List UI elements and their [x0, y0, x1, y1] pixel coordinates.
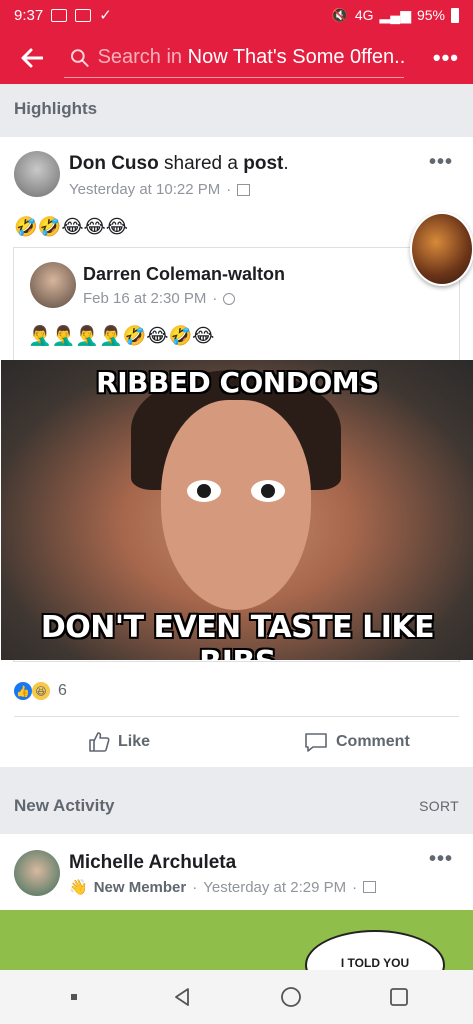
system-nav-bar — [0, 970, 473, 1024]
meme-face — [161, 400, 311, 610]
search-icon — [70, 48, 89, 67]
meme-eye-left — [187, 480, 221, 502]
wave-icon: 👋 — [69, 879, 88, 896]
meme-image[interactable]: RIBBED CONDOMS DON'T EVEN TASTE LIKE RIB… — [1, 360, 473, 660]
meme-bottom-text: DON'T EVEN TASTE LIKE RIBS — [40, 610, 435, 660]
group-search-input[interactable]: Search in Now That's Some 0ffen... — [64, 38, 404, 78]
activity-icon — [75, 8, 92, 22]
recents-button[interactable] — [379, 977, 419, 1017]
post-meta: Yesterday at 10:22 PM · — [69, 181, 251, 198]
search-text: Search in Now That's Some 0ffen... — [98, 46, 404, 69]
comment-button[interactable]: Comment — [304, 731, 410, 753]
dot-icon — [71, 994, 78, 1000]
shared-author-name[interactable]: Darren Coleman-walton — [83, 264, 285, 285]
action-text: shared a — [164, 153, 238, 174]
shared-post[interactable]: Darren Coleman-walton Feb 16 at 2:30 PM … — [1, 247, 473, 662]
comment-label: Comment — [336, 733, 410, 750]
avatar[interactable] — [30, 262, 76, 308]
thumbs-up-icon — [89, 732, 110, 752]
separator-dot: · — [212, 290, 218, 307]
reaction-count: 6 — [58, 682, 67, 699]
comic-image[interactable]: I TOLD YOU — [0, 910, 473, 970]
new-member-badge: New Member — [93, 878, 187, 896]
author-name[interactable]: Don Cuso — [69, 153, 159, 174]
gallery-icon — [51, 8, 68, 22]
chat-head-bubble[interactable] — [410, 212, 473, 286]
highlights-title: Highlights — [14, 99, 98, 118]
activity-meta: 👋 New Member · Yesterday at 2:29 PM · — [69, 878, 377, 896]
period: . — [283, 153, 289, 174]
highlight-post-card: Don Cuso shared a post. Yesterday at 10:… — [0, 137, 473, 767]
meme-top-text: RIBBED CONDOMS — [96, 366, 379, 399]
post-link[interactable]: post — [243, 153, 283, 174]
post-time[interactable]: Yesterday at 10:22 PM — [69, 181, 220, 198]
square-recents-icon — [389, 988, 408, 1006]
circle-home-icon — [280, 987, 301, 1007]
network-label: 4G — [354, 7, 374, 23]
activity-author[interactable]: Michelle Archuleta — [69, 852, 236, 873]
mute-icon: 🔇 — [331, 6, 349, 23]
battery-label: 95% — [416, 7, 445, 23]
post-emojis: 🤣🤣😂😂😂 — [14, 217, 128, 238]
haha-reaction-icon: 😆 — [32, 682, 50, 700]
home-button[interactable] — [271, 977, 311, 1017]
new-activity-title: New Activity — [14, 796, 115, 815]
activity-post-card: Michelle Archuleta 👋 New Member · Yester… — [0, 834, 473, 910]
public-globe-icon — [223, 292, 236, 305]
battery-icon — [451, 7, 459, 23]
more-options-button[interactable]: ••• — [433, 45, 463, 71]
search-prefix: Search in — [97, 46, 183, 68]
activity-time[interactable]: Yesterday at 2:29 PM — [203, 879, 346, 896]
menu-dot-button[interactable] — [54, 977, 94, 1017]
group-icon — [237, 183, 251, 196]
post-options-button[interactable]: ••• — [429, 848, 453, 871]
app-header: Search in Now That's Some 0ffen... ••• — [0, 30, 473, 86]
sort-button[interactable]: SORT — [419, 798, 459, 814]
check-icon: ✓ — [99, 7, 112, 24]
back-button[interactable] — [10, 36, 54, 80]
status-time: 9:37 — [14, 6, 44, 24]
highlights-header: Highlights — [0, 84, 473, 134]
new-activity-header: New Activity SORT — [0, 781, 473, 831]
like-button[interactable]: Like — [88, 731, 150, 753]
signal-icon: ▂▄▆ — [379, 6, 411, 23]
avatar[interactable] — [14, 151, 60, 197]
activity-author-row: Michelle Archuleta — [69, 852, 236, 874]
reaction-summary[interactable]: 👍 😆 6 — [14, 682, 67, 700]
post-options-button[interactable]: ••• — [429, 151, 453, 174]
like-label: Like — [118, 733, 151, 750]
comment-bubble-icon — [305, 733, 327, 752]
group-icon — [363, 881, 377, 893]
divider — [14, 716, 459, 717]
separator-dot: · — [226, 181, 232, 198]
like-reaction-icon: 👍 — [14, 682, 32, 700]
comic-speech-bubble: I TOLD YOU — [305, 930, 445, 970]
shared-meta: Feb 16 at 2:30 PM · — [83, 290, 236, 307]
shared-author[interactable]: Darren Coleman-walton — [83, 264, 285, 284]
back-arrow-icon — [21, 48, 43, 68]
separator-dot: · — [192, 878, 198, 896]
separator-dot: · — [352, 878, 358, 896]
shared-time[interactable]: Feb 16 at 2:30 PM — [83, 290, 206, 307]
triangle-back-icon — [175, 988, 190, 1006]
search-group-name: Now That's Some 0ffen... — [187, 46, 404, 68]
post-header: Don Cuso shared a post. — [69, 153, 289, 175]
nav-back-button[interactable] — [162, 977, 202, 1017]
meme-eye-right — [251, 480, 285, 502]
comic-text: I TOLD YOU — [340, 956, 410, 970]
avatar[interactable] — [14, 850, 60, 896]
status-bar: 9:37 ✓ 🔇 4G ▂▄▆ 95% — [0, 0, 473, 30]
shared-emojis: 🤦‍♂️🤦‍♂️🤦‍♂️🤦‍♂️🤣😂🤣😂 — [28, 326, 215, 347]
